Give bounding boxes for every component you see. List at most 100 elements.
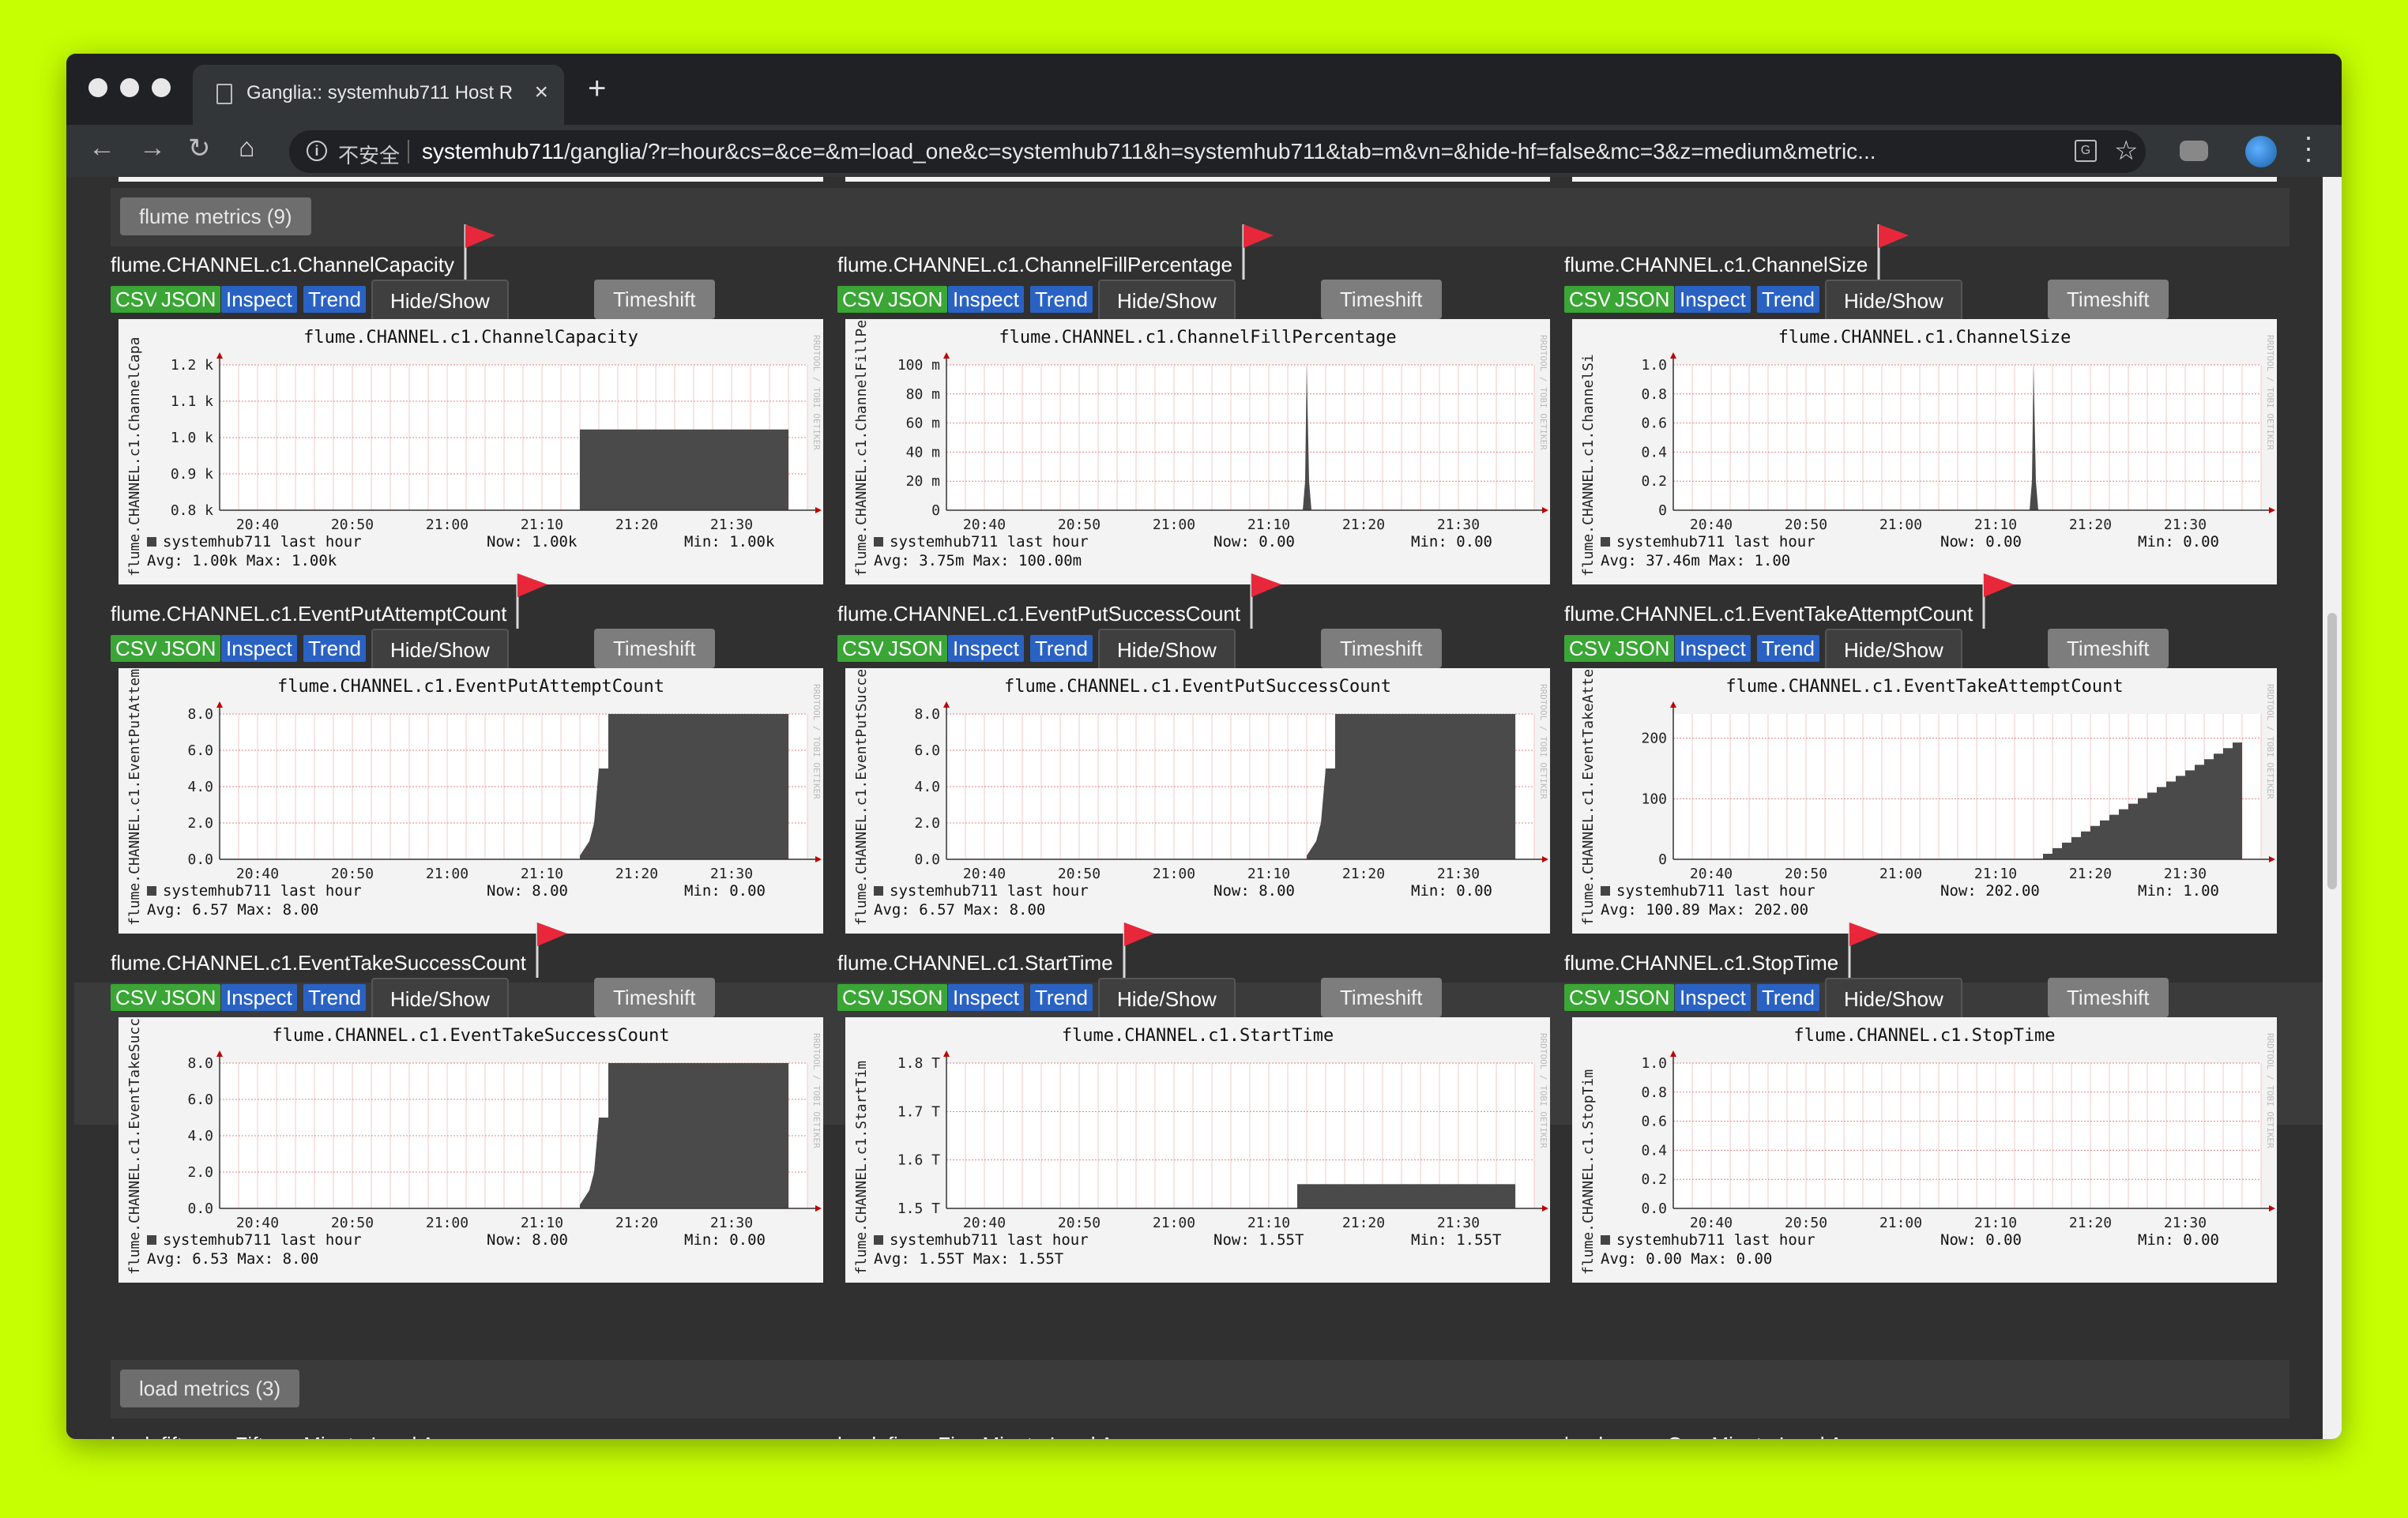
vertical-scrollbar[interactable] xyxy=(2323,177,2342,1439)
hide-show-events-button[interactable]: Hide/Show Events xyxy=(1825,978,1962,1050)
event-flag[interactable] xyxy=(461,220,499,283)
minimize-window-button[interactable] xyxy=(120,78,139,97)
timeshift-button[interactable]: Timeshift xyxy=(594,629,715,668)
new-tab-icon[interactable]: + xyxy=(588,71,606,107)
metric-title[interactable]: flume.CHANNEL.c1.ChannelCapacity xyxy=(111,253,454,277)
trend-button[interactable]: Trend xyxy=(1030,984,1093,1011)
address-bar[interactable]: i 不安全 systemhub711/ganglia/?r=hour&cs=&c… xyxy=(289,130,2146,173)
hide-show-events-button[interactable]: Hide/Show Events xyxy=(371,629,509,701)
bookmark-star-icon[interactable]: ☆ xyxy=(2114,135,2138,167)
inspect-button[interactable]: Inspect xyxy=(221,984,297,1011)
trend-button[interactable]: Trend xyxy=(1757,286,1819,313)
zoom-window-button[interactable] xyxy=(152,78,171,97)
scrollbar-thumb[interactable] xyxy=(2327,613,2337,889)
json-button[interactable]: JSON xyxy=(883,286,948,313)
json-button[interactable]: JSON xyxy=(156,984,221,1011)
profile-avatar[interactable] xyxy=(2245,136,2277,167)
metric-title[interactable]: flume.CHANNEL.c1.StopTime xyxy=(1564,951,1838,975)
metric-graph[interactable]: 8.0 6.0 4.0 2.0 0.0 20:40 20:50 21:00 21:10 21:20… xyxy=(845,668,1550,934)
tab-close-icon[interactable]: × xyxy=(534,79,548,106)
metric-title[interactable]: load_one - One Minute Load Average xyxy=(1564,1433,1906,1439)
inspect-button[interactable]: Inspect xyxy=(948,984,1024,1011)
metric-title[interactable]: flume.CHANNEL.c1.EventPutAttemptCount xyxy=(111,602,506,626)
menu-icon[interactable]: · · · xyxy=(2301,122,2316,173)
metric-graph[interactable]: 1.0 0.8 0.6 0.4 0.2 0 20:40 20:50 21:00 21:10 21:2… xyxy=(1572,319,2277,584)
inspect-button[interactable]: Inspect xyxy=(1675,984,1751,1011)
trend-button[interactable]: Trend xyxy=(303,635,366,662)
event-flag[interactable] xyxy=(1979,569,2017,632)
hide-show-events-button[interactable]: Hide/Show Events xyxy=(1098,978,1236,1050)
extension-icon[interactable] xyxy=(2180,141,2208,161)
metric-graph[interactable]: 200 100 0 20:40 20:50 21:00 21:10 21:20 21:30 flu… xyxy=(1572,668,2277,934)
trend-button[interactable]: Trend xyxy=(1757,984,1819,1011)
browser-tab[interactable]: Ganglia:: systemhub711 Host R × xyxy=(193,65,564,125)
csv-button[interactable]: CSV xyxy=(111,635,163,662)
hide-show-events-button[interactable]: Hide/Show Events xyxy=(371,280,509,352)
inspect-button[interactable]: Inspect xyxy=(1675,635,1751,662)
event-flag[interactable] xyxy=(1119,918,1157,981)
hide-show-events-button[interactable]: Hide/Show Events xyxy=(1825,280,1962,352)
metric-title[interactable]: load_five - Five Minute Load Average xyxy=(837,1433,1176,1439)
metric-title[interactable]: flume.CHANNEL.c1.ChannelFillPercentage xyxy=(837,253,1232,277)
timeshift-button[interactable]: Timeshift xyxy=(1321,280,1442,319)
metric-title[interactable]: flume.CHANNEL.c1.StartTime xyxy=(837,951,1113,975)
url-text[interactable]: systemhub711/ganglia/?r=hour&cs=&ce=&m=l… xyxy=(422,139,2018,164)
metric-graph[interactable]: 8.0 6.0 4.0 2.0 0.0 20:40 20:50 21:00 21:10 21:20… xyxy=(119,1017,823,1283)
translate-icon[interactable]: G xyxy=(2075,140,2097,162)
csv-button[interactable]: CSV xyxy=(1564,635,1616,662)
csv-button[interactable]: CSV xyxy=(837,984,890,1011)
inspect-button[interactable]: Inspect xyxy=(1675,286,1751,313)
json-button[interactable]: JSON xyxy=(1610,635,1675,662)
metric-graph[interactable]: 8.0 6.0 4.0 2.0 0.0 20:40 20:50 21:00 21:10 21:20… xyxy=(119,668,823,934)
event-flag[interactable] xyxy=(1874,220,1912,283)
metric-title[interactable]: load_fifteen - Fifteen Minute Load Avera… xyxy=(111,1433,498,1439)
metric-title[interactable]: flume.CHANNEL.c1.ChannelSize xyxy=(1564,253,1868,277)
metric-graph[interactable]: 1.0 0.8 0.6 0.4 0.2 0.0 20:40 20:50 21:00 21:10 21… xyxy=(1572,1017,2277,1283)
event-flag[interactable] xyxy=(532,918,570,981)
home-icon[interactable]: ⌂ xyxy=(239,133,255,163)
csv-button[interactable]: CSV xyxy=(111,286,163,313)
json-button[interactable]: JSON xyxy=(883,635,948,662)
timeshift-button[interactable]: Timeshift xyxy=(2048,629,2169,668)
json-button[interactable]: JSON xyxy=(1610,286,1675,313)
trend-button[interactable]: Trend xyxy=(303,984,366,1011)
metric-graph[interactable]: 1.2 k 1.1 k 1.0 k 0.9 k 0.8 k 20:40 20:50 21:00… xyxy=(119,319,823,584)
timeshift-button[interactable]: Timeshift xyxy=(1321,978,1442,1017)
metric-title[interactable]: flume.CHANNEL.c1.EventTakeAttemptCount xyxy=(1564,602,1973,626)
event-flag[interactable] xyxy=(1845,918,1883,981)
inspect-button[interactable]: Inspect xyxy=(948,286,1024,313)
timeshift-button[interactable]: Timeshift xyxy=(594,280,715,319)
json-button[interactable]: JSON xyxy=(1610,984,1675,1011)
group-toggle-button[interactable]: load metrics (3) xyxy=(120,1370,300,1407)
hide-show-events-button[interactable]: Hide/Show Events xyxy=(371,978,509,1050)
metric-graph[interactable]: 1.8 T 1.7 T 1.6 T 1.5 T 20:40 20:50 21:00 21:10… xyxy=(845,1017,1550,1283)
inspect-button[interactable]: Inspect xyxy=(221,635,297,662)
inspect-button[interactable]: Inspect xyxy=(221,286,297,313)
group-toggle-button[interactable]: flume metrics (9) xyxy=(120,197,311,235)
timeshift-button[interactable]: Timeshift xyxy=(2048,280,2169,319)
hide-show-events-button[interactable]: Hide/Show Events xyxy=(1098,280,1236,352)
trend-button[interactable]: Trend xyxy=(1030,635,1093,662)
reload-icon[interactable]: ↻ xyxy=(188,133,211,164)
trend-button[interactable]: Trend xyxy=(1030,286,1093,313)
metric-title[interactable]: flume.CHANNEL.c1.EventPutSuccessCount xyxy=(837,602,1240,626)
metric-title[interactable]: flume.CHANNEL.c1.EventTakeSuccessCount xyxy=(111,951,526,975)
trend-button[interactable]: Trend xyxy=(303,286,366,313)
trend-button[interactable]: Trend xyxy=(1757,635,1819,662)
event-flag[interactable] xyxy=(1239,220,1277,283)
timeshift-button[interactable]: Timeshift xyxy=(594,978,715,1017)
inspect-button[interactable]: Inspect xyxy=(948,635,1024,662)
info-icon[interactable]: i xyxy=(307,141,327,161)
csv-button[interactable]: CSV xyxy=(837,635,890,662)
json-button[interactable]: JSON xyxy=(883,984,948,1011)
metric-graph[interactable]: 100 m 80 m 60 m 40 m 20 m 0 20:40 20:50 21:00 21:… xyxy=(845,319,1550,584)
csv-button[interactable]: CSV xyxy=(1564,286,1616,313)
csv-button[interactable]: CSV xyxy=(837,286,890,313)
hide-show-events-button[interactable]: Hide/Show Events xyxy=(1825,629,1962,701)
back-icon[interactable]: ← xyxy=(88,133,115,163)
hide-show-events-button[interactable]: Hide/Show Events xyxy=(1098,629,1236,701)
close-window-button[interactable] xyxy=(88,78,107,97)
csv-button[interactable]: CSV xyxy=(1564,984,1616,1011)
csv-button[interactable]: CSV xyxy=(111,984,163,1011)
timeshift-button[interactable]: Timeshift xyxy=(1321,629,1442,668)
